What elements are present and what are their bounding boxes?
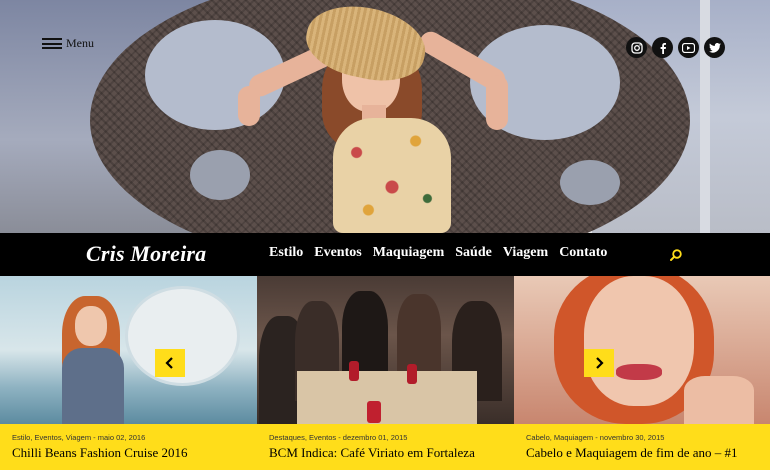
nav-link-saude[interactable]: Saúde	[455, 245, 492, 261]
post-card[interactable]: Destaques, Eventos - dezembro 01, 2015 B…	[257, 276, 514, 470]
search-icon[interactable]	[669, 248, 683, 262]
twitter-icon[interactable]	[704, 37, 725, 58]
post-image-glass	[367, 401, 381, 423]
nav-link-viagem[interactable]: Viagem	[503, 245, 548, 261]
post-title[interactable]: BCM Indica: Café Viriato em Fortaleza	[269, 445, 514, 461]
post-image-face	[75, 306, 107, 346]
hero-chair-hole	[190, 150, 250, 200]
post-image	[257, 276, 514, 424]
menu-button[interactable]: Menu	[42, 36, 94, 51]
post-meta: Estilo, Eventos, Viagem - maio 02, 2016	[12, 433, 146, 442]
hero-pole	[700, 0, 710, 233]
chevron-right-icon	[596, 357, 604, 369]
site-logo[interactable]: Cris Moreira	[86, 241, 206, 267]
nav-link-eventos[interactable]: Eventos	[314, 245, 361, 261]
post-caption: Destaques, Eventos - dezembro 01, 2015 B…	[257, 424, 514, 470]
nav-link-maquiagem[interactable]: Maquiagem	[373, 245, 445, 261]
post-image-body	[62, 348, 124, 424]
post-image-hand	[684, 376, 754, 424]
post-image-glass	[349, 361, 359, 381]
slider-prev-button[interactable]	[155, 349, 185, 377]
post-image-table	[297, 371, 477, 424]
post-caption: Cabelo, Maquiagem - novembro 30, 2015 Ca…	[514, 424, 770, 470]
post-meta: Destaques, Eventos - dezembro 01, 2015	[269, 433, 408, 442]
nav-link-contato[interactable]: Contato	[559, 245, 607, 261]
main-navbar: Cris Moreira Estilo Eventos Maquiagem Sa…	[0, 233, 770, 276]
hero-arm	[486, 75, 508, 130]
post-meta: Cabelo, Maquiagem - novembro 30, 2015	[526, 433, 665, 442]
menu-label: Menu	[66, 36, 94, 50]
slider-next-button[interactable]	[584, 349, 614, 377]
facebook-icon[interactable]	[652, 37, 673, 58]
hamburger-icon	[42, 38, 62, 49]
post-image-glass	[407, 364, 417, 384]
hero-dress	[333, 118, 451, 233]
hero-image: Menu	[0, 0, 770, 233]
featured-posts: Estilo, Eventos, Viagem - maio 02, 2016 …	[0, 276, 770, 470]
hero-arm	[238, 86, 260, 126]
nav-links: Estilo Eventos Maquiagem Saúde Viagem Co…	[269, 245, 607, 261]
post-title[interactable]: Cabelo e Maquiagem de fim de ano – #1	[526, 445, 770, 461]
post-image-face	[584, 276, 694, 406]
post-image-person	[397, 294, 441, 379]
post-card[interactable]: Cabelo, Maquiagem - novembro 30, 2015 Ca…	[514, 276, 770, 470]
social-links	[626, 37, 725, 58]
youtube-icon[interactable]	[678, 37, 699, 58]
post-image	[514, 276, 770, 424]
hero-chair-hole	[560, 160, 620, 205]
nav-link-estilo[interactable]: Estilo	[269, 245, 303, 261]
post-title[interactable]: Chilli Beans Fashion Cruise 2016	[12, 445, 257, 461]
instagram-icon[interactable]	[626, 37, 647, 58]
post-card[interactable]: Estilo, Eventos, Viagem - maio 02, 2016 …	[0, 276, 257, 470]
chevron-left-icon	[165, 357, 173, 369]
post-caption: Estilo, Eventos, Viagem - maio 02, 2016 …	[0, 424, 257, 470]
post-image-lips	[616, 364, 662, 380]
post-image	[0, 276, 257, 424]
